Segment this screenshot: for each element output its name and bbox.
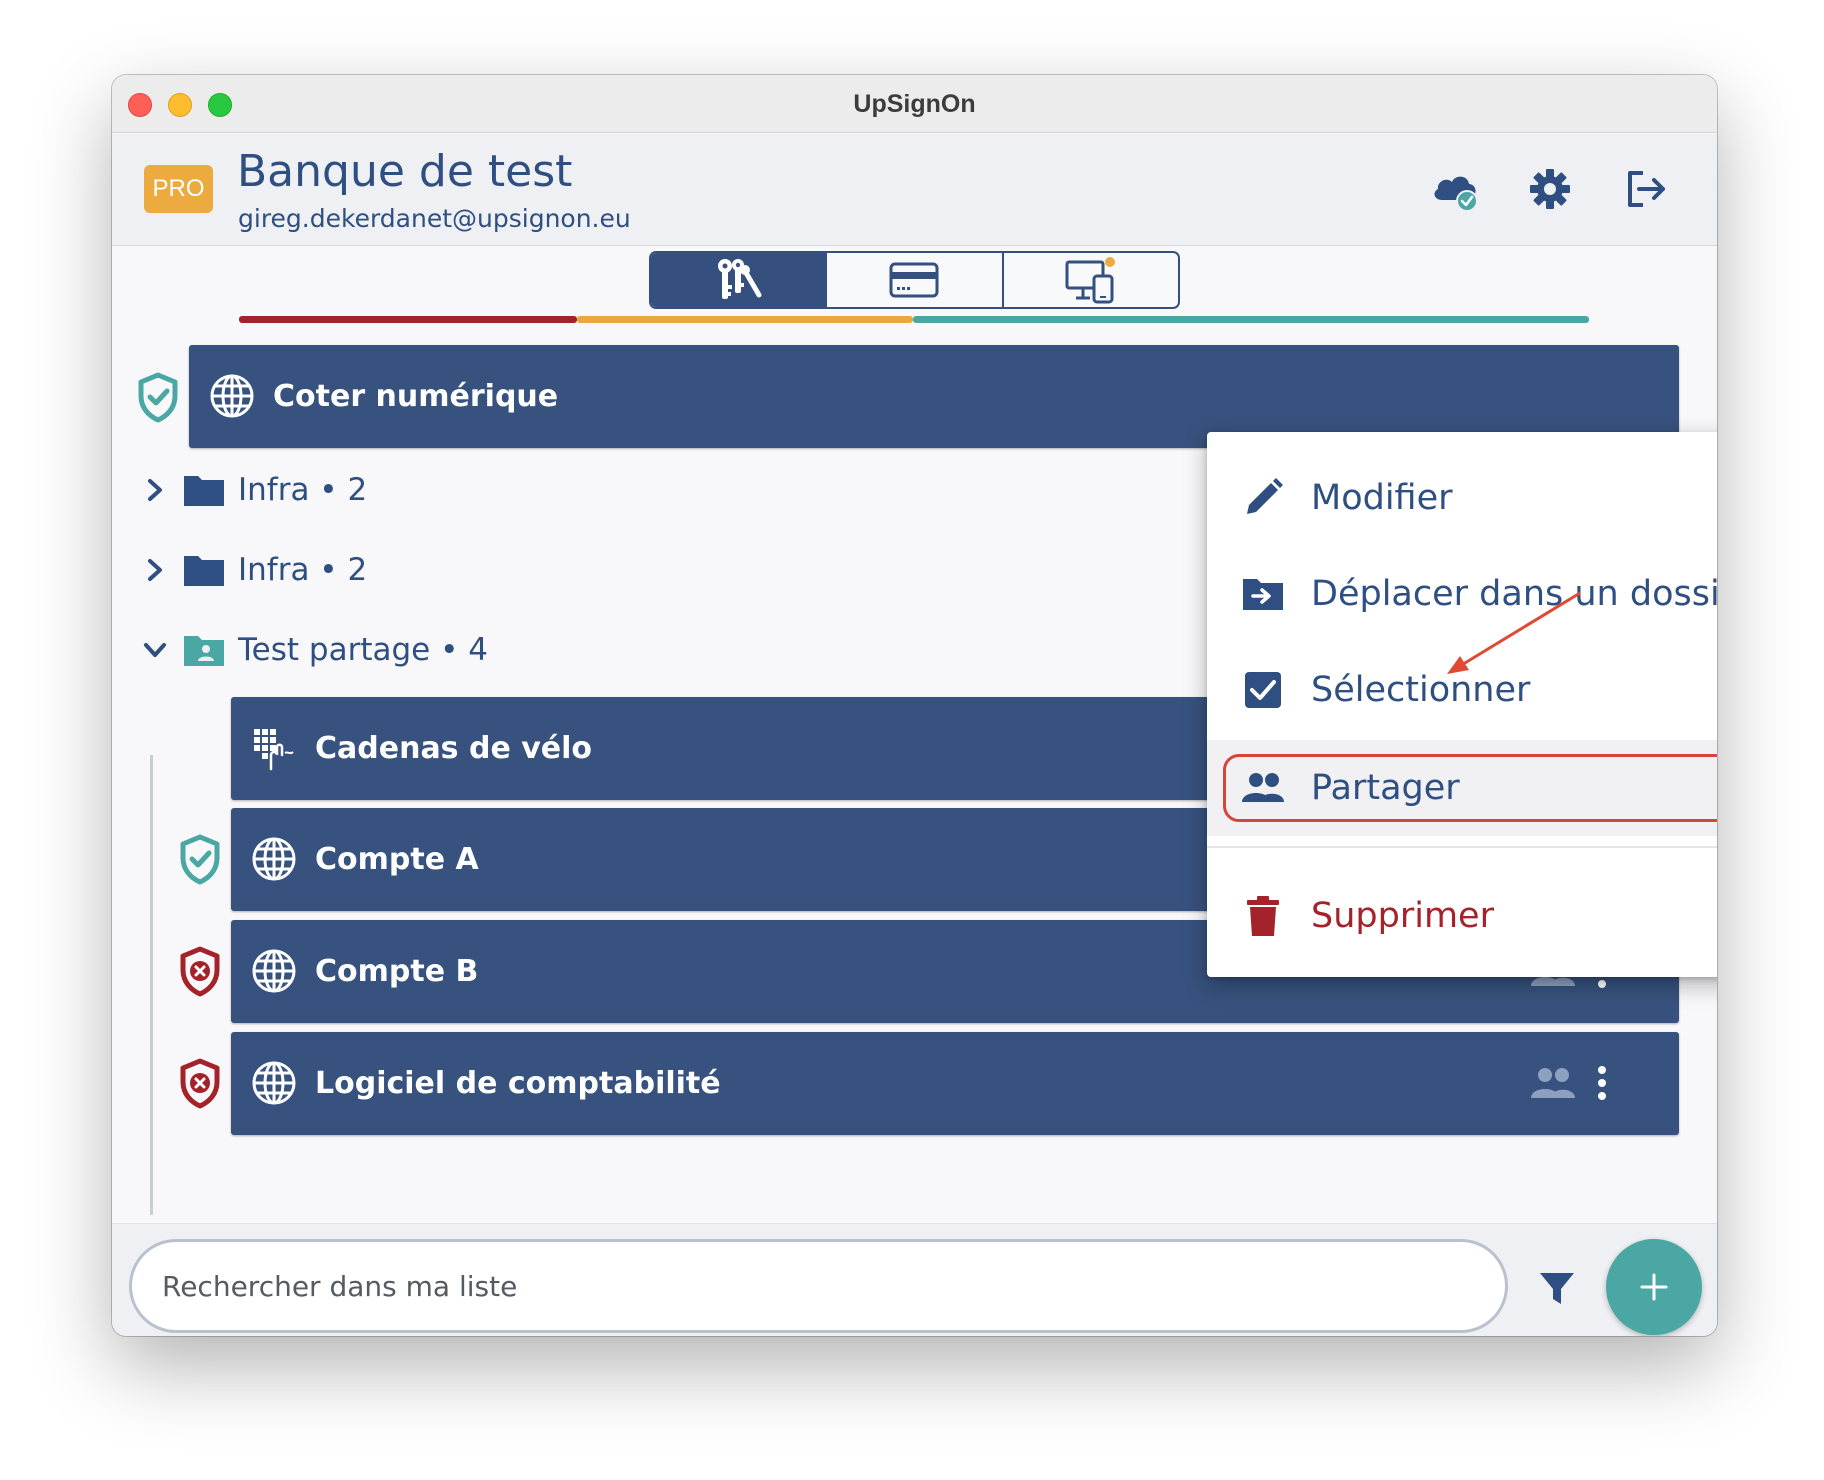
bottom-bar — [112, 1223, 1717, 1336]
checkbox-icon — [1245, 672, 1281, 708]
keys-icon — [718, 259, 762, 299]
menu-item-delete[interactable]: Supprimer — [1207, 868, 1717, 964]
logout-icon[interactable] — [1621, 164, 1671, 214]
folder-move-icon — [1243, 579, 1283, 610]
folder-row[interactable]: Infra • 2 — [142, 540, 442, 600]
chevron-down-icon[interactable] — [142, 636, 168, 664]
gear-icon[interactable] — [1525, 164, 1575, 214]
item-label: Logiciel de comptabilité — [315, 1066, 721, 1101]
tree-line — [150, 755, 153, 1215]
password-item[interactable]: Logiciel de comptabilité — [231, 1032, 1679, 1135]
add-button[interactable] — [1606, 1239, 1702, 1335]
folder-label: Test partage • 4 — [238, 632, 488, 668]
tab-devices[interactable] — [1004, 253, 1178, 307]
search-input[interactable] — [129, 1239, 1508, 1333]
devices-icon — [1065, 257, 1115, 304]
menu-item-label: Modifier — [1311, 478, 1453, 518]
chevron-right-icon[interactable] — [142, 476, 168, 504]
shared-folder-icon — [184, 636, 224, 666]
category-tabs — [649, 251, 1180, 309]
shield-check-icon — [180, 834, 220, 885]
window-title: UpSignOn — [853, 90, 976, 118]
menu-item-label: Sélectionner — [1311, 670, 1531, 710]
strength-bar-weak — [239, 316, 577, 323]
account-email: gireg.dekerdanet@upsignon.eu — [238, 204, 631, 233]
strength-bar-strong — [913, 316, 1589, 323]
pencil-icon — [1247, 478, 1283, 514]
close-window-button[interactable] — [128, 93, 152, 117]
item-label: Cadenas de vélo — [315, 731, 593, 766]
shield-x-icon — [180, 1058, 220, 1109]
more-vert-icon[interactable] — [1595, 1065, 1609, 1101]
menu-divider — [1207, 846, 1717, 848]
item-label: Compte A — [315, 842, 479, 877]
tab-passwords[interactable] — [651, 253, 828, 307]
trash-icon — [1247, 896, 1279, 936]
app-window: UpSignOn PRO Banque de test gireg.dekerd… — [112, 75, 1717, 1336]
zoom-window-button[interactable] — [208, 93, 232, 117]
context-menu: Modifier Déplacer dans un dossier Sélect… — [1207, 432, 1717, 977]
globe-icon — [252, 949, 296, 993]
folder-row[interactable]: Infra • 2 — [142, 460, 442, 520]
cloud-sync-icon[interactable] — [1430, 164, 1480, 214]
folder-icon — [184, 476, 224, 506]
vault-name: Banque de test — [237, 146, 573, 197]
folder-label: Infra • 2 — [238, 552, 368, 588]
pro-badge: PRO — [144, 165, 213, 213]
shield-check-icon — [138, 372, 178, 423]
shield-x-icon — [180, 946, 220, 997]
plus-icon — [1640, 1273, 1668, 1301]
globe-icon — [252, 1061, 296, 1105]
menu-item-modifier[interactable]: Modifier — [1207, 450, 1717, 546]
tab-cards[interactable] — [827, 253, 1004, 307]
strength-bar-medium — [577, 316, 913, 323]
filter-icon[interactable] — [1537, 1268, 1577, 1308]
minimize-window-button[interactable] — [168, 93, 192, 117]
menu-item-select[interactable]: Sélectionner — [1207, 642, 1717, 738]
menu-item-label: Déplacer dans un dossier — [1311, 574, 1717, 614]
credit-card-icon — [889, 262, 939, 298]
globe-icon — [252, 837, 296, 881]
folder-label: Infra • 2 — [238, 472, 368, 508]
item-label: Compte B — [315, 954, 479, 989]
folder-icon — [184, 556, 224, 586]
chevron-right-icon[interactable] — [142, 556, 168, 584]
globe-icon — [210, 374, 254, 418]
menu-item-label: Supprimer — [1311, 896, 1494, 936]
item-label: Coter numérique — [273, 379, 559, 414]
menu-item-move[interactable]: Déplacer dans un dossier — [1207, 546, 1717, 642]
title-bar: UpSignOn — [112, 75, 1717, 133]
shared-people-icon — [1531, 1068, 1575, 1098]
highlight-outline — [1223, 754, 1717, 822]
vault-header: PRO Banque de test gireg.dekerdanet@upsi… — [112, 134, 1717, 246]
folder-row-expanded[interactable]: Test partage • 4 — [142, 620, 542, 680]
keypad-icon — [254, 729, 294, 771]
